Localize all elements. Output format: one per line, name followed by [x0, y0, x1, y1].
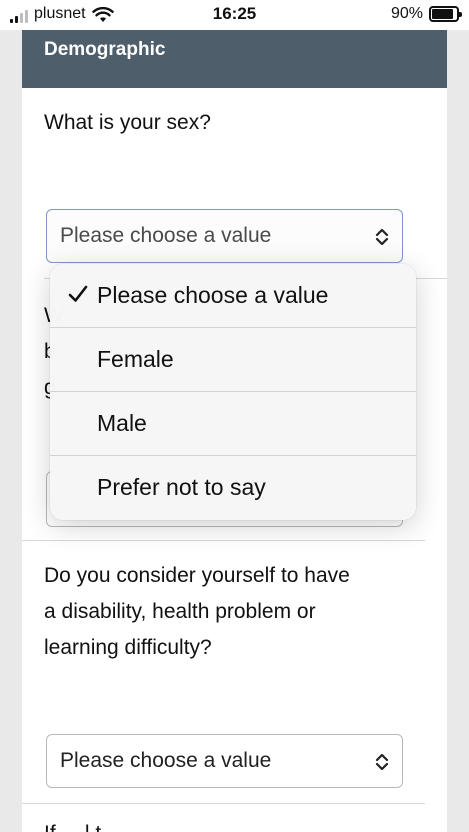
divider	[22, 803, 425, 804]
next-question-label-cutoff: If ... l t	[44, 816, 101, 832]
disability-select[interactable]: Please choose a value	[46, 734, 403, 788]
disability-select-value: Please choose a value	[60, 749, 272, 772]
option-label: Please choose a value	[97, 282, 329, 308]
question-disability-label: Do you consider yourself to have a disab…	[44, 558, 424, 666]
checkmark-icon	[68, 285, 88, 302]
option-female[interactable]: Female	[50, 328, 416, 392]
chevron-up-down-icon	[375, 753, 389, 771]
screen: plusnet 16:25 90% Demographic What is yo…	[0, 0, 469, 832]
option-male[interactable]: Male	[50, 392, 416, 456]
question-disability-line-2: a disability, health problem or	[44, 600, 316, 623]
section-title: Demographic	[44, 39, 166, 60]
battery-cap	[459, 12, 462, 17]
chevron-up-down-icon	[375, 228, 389, 246]
sex-select-value: Please choose a value	[60, 224, 272, 247]
sex-options-menu: Please choose a value Female Male Prefer…	[50, 264, 416, 520]
divider	[22, 540, 425, 541]
option-label: Male	[97, 410, 147, 436]
question-disability-line-1: Do you consider yourself to have	[44, 564, 350, 587]
option-label: Female	[97, 346, 174, 372]
battery-percent: 90%	[390, 5, 423, 22]
question-disability-line-3: learning difficulty?	[44, 636, 212, 659]
status-right: 90%	[390, 5, 462, 23]
status-bar: plusnet 16:25 90%	[0, 0, 469, 30]
sex-select[interactable]: Please choose a value	[46, 209, 403, 263]
question-sex-label: What is your sex?	[44, 111, 211, 134]
battery-fill	[432, 9, 454, 19]
option-prefer-not-to-say[interactable]: Prefer not to say	[50, 456, 416, 520]
battery-icon	[429, 6, 462, 22]
option-please-choose[interactable]: Please choose a value	[50, 264, 416, 328]
option-label: Prefer not to say	[97, 474, 266, 500]
section-header: Demographic	[22, 30, 447, 88]
